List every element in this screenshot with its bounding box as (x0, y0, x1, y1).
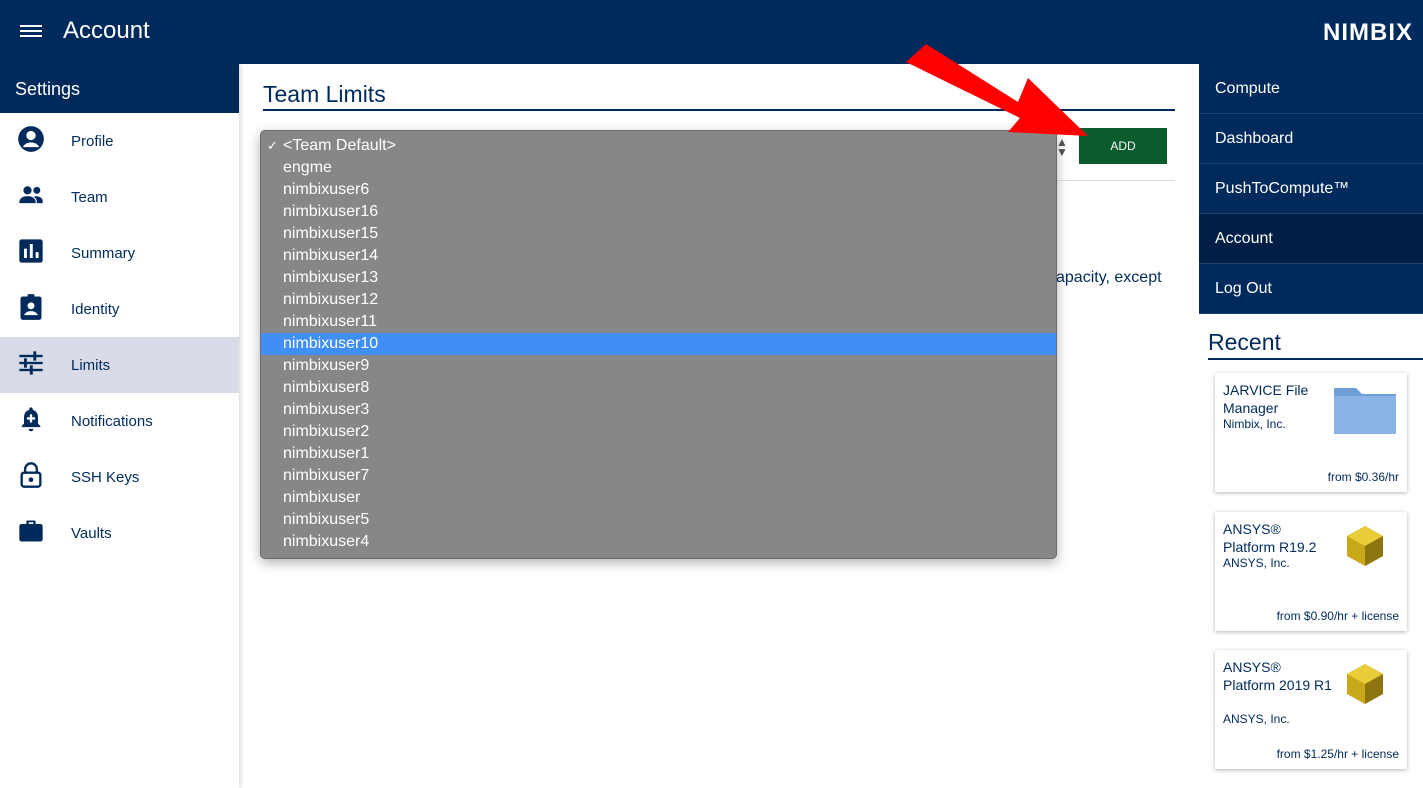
dropdown-option[interactable]: nimbixuser4 (261, 531, 1056, 553)
card-app-name: ANSYS® Platform 2019 R1 (1223, 659, 1332, 693)
sidebar-item-label: Summary (71, 244, 136, 262)
people-icon (19, 186, 43, 204)
sidebar-item-label: Limits (71, 356, 111, 374)
briefcase-icon (19, 520, 43, 542)
sidebar-item-summary[interactable]: Summary (0, 225, 239, 281)
dropdown-option[interactable]: nimbixuser13 (261, 267, 1056, 289)
dropdown-option[interactable]: nimbixuser1 (261, 443, 1056, 465)
dropdown-option[interactable]: nimbixuser (261, 487, 1056, 509)
sidebar-item-ssh-keys[interactable]: SSH Keys (0, 449, 239, 505)
nav-item-pushtocompute[interactable]: PushToCompute™ (1199, 164, 1423, 214)
sliders-icon (19, 351, 43, 375)
user-select-dropdown[interactable]: ✓ <Team Default> engme nimbixuser6 nimbix… (260, 130, 1057, 559)
sidebar-item-label: Vaults (71, 524, 112, 542)
card-vendor: ANSYS, Inc. (1223, 712, 1290, 726)
sidebar-item-vaults[interactable]: Vaults (0, 505, 239, 561)
app-title: Account (63, 17, 150, 44)
dropdown-option[interactable]: nimbixuser15 (261, 223, 1056, 245)
dropdown-option-highlighted[interactable]: nimbixuser10 (261, 333, 1056, 355)
bar-chart-icon (19, 239, 43, 263)
recent-app-card[interactable]: ANSYS® Platform R19.2 ANSYS, Inc. from $… (1215, 512, 1407, 631)
card-price: from $1.25/hr + license (1276, 747, 1399, 761)
bell-plus-icon (21, 407, 41, 432)
nav-item-account[interactable]: Account (1199, 214, 1423, 264)
nimbix-logo[interactable]: NIMBIX (1323, 19, 1413, 47)
card-price: from $0.90/hr + license (1276, 609, 1399, 623)
badge-icon (20, 294, 42, 320)
dropdown-option[interactable]: nimbixuser11 (261, 311, 1056, 333)
card-vendor: Nimbix, Inc. (1223, 417, 1286, 431)
settings-sidebar: Settings Profile Team Summary Identity L… (0, 64, 239, 788)
sidebar-item-notifications[interactable]: Notifications (0, 393, 239, 449)
folder-icon (1334, 388, 1396, 434)
ansys-cube-icon (1347, 526, 1383, 566)
recent-heading: Recent (1208, 329, 1281, 355)
nav-item-dashboard[interactable]: Dashboard (1199, 114, 1423, 164)
nav-item-logout[interactable]: Log Out (1199, 264, 1423, 314)
lock-icon (20, 462, 42, 488)
hamburger-menu-icon[interactable] (20, 22, 42, 42)
sidebar-item-label: Team (71, 188, 108, 206)
recent-app-card[interactable]: JARVICE File Manager Nimbix, Inc. from $… (1215, 373, 1407, 492)
red-arrow-annotation (906, 44, 1088, 136)
dropdown-option[interactable]: nimbixuser9 (261, 355, 1056, 377)
card-price: from $0.36/hr (1327, 470, 1399, 484)
sidebar-item-identity[interactable]: Identity (0, 281, 239, 337)
sidebar-item-limits[interactable]: Limits (0, 337, 239, 393)
dropdown-option[interactable]: nimbixuser14 (261, 245, 1056, 267)
sidebar-item-label: Profile (71, 132, 114, 150)
dropdown-option[interactable]: engme (261, 157, 1056, 179)
recent-app-card[interactable]: ANSYS® Platform 2019 R1 ANSYS, Inc. from… (1215, 650, 1407, 769)
recent-divider (1208, 358, 1423, 360)
page-title: Team Limits (263, 81, 386, 107)
dropdown-option[interactable]: nimbixuser7 (261, 465, 1056, 487)
dropdown-option[interactable]: nimbixuser12 (261, 289, 1056, 311)
checkmark-icon: ✓ (267, 138, 278, 153)
description-text: apacity, except (1056, 269, 1162, 286)
top-app-bar: Account NIMBIX (0, 0, 1423, 64)
dropdown-option[interactable]: nimbixuser5 (261, 509, 1056, 531)
sidebar-item-label: Identity (71, 300, 120, 318)
card-vendor: ANSYS, Inc. (1223, 556, 1290, 570)
ansys-cube-icon (1347, 664, 1383, 704)
dropdown-option[interactable]: nimbixuser8 (261, 377, 1056, 399)
card-app-name: JARVICE File Manager (1223, 382, 1309, 416)
sidebar-item-profile[interactable]: Profile (0, 113, 239, 169)
card-app-name: ANSYS® Platform R19.2 (1223, 521, 1317, 555)
dropdown-option[interactable]: nimbixuser2 (261, 421, 1056, 443)
sidebar-item-label: SSH Keys (71, 468, 140, 486)
dropdown-option[interactable]: nimbixuser6 (261, 179, 1056, 201)
nav-item-compute[interactable]: Compute (1199, 64, 1423, 114)
sidebar-header: Settings (0, 64, 239, 113)
dropdown-option[interactable]: nimbixuser3 (261, 399, 1056, 421)
account-circle-icon (18, 126, 44, 152)
sidebar-item-label: Notifications (71, 412, 153, 430)
right-nav: Compute Dashboard PushToCompute™ Account… (1199, 64, 1423, 314)
sidebar-item-team[interactable]: Team (0, 169, 239, 225)
dropdown-option[interactable]: nimbixuser16 (261, 201, 1056, 223)
